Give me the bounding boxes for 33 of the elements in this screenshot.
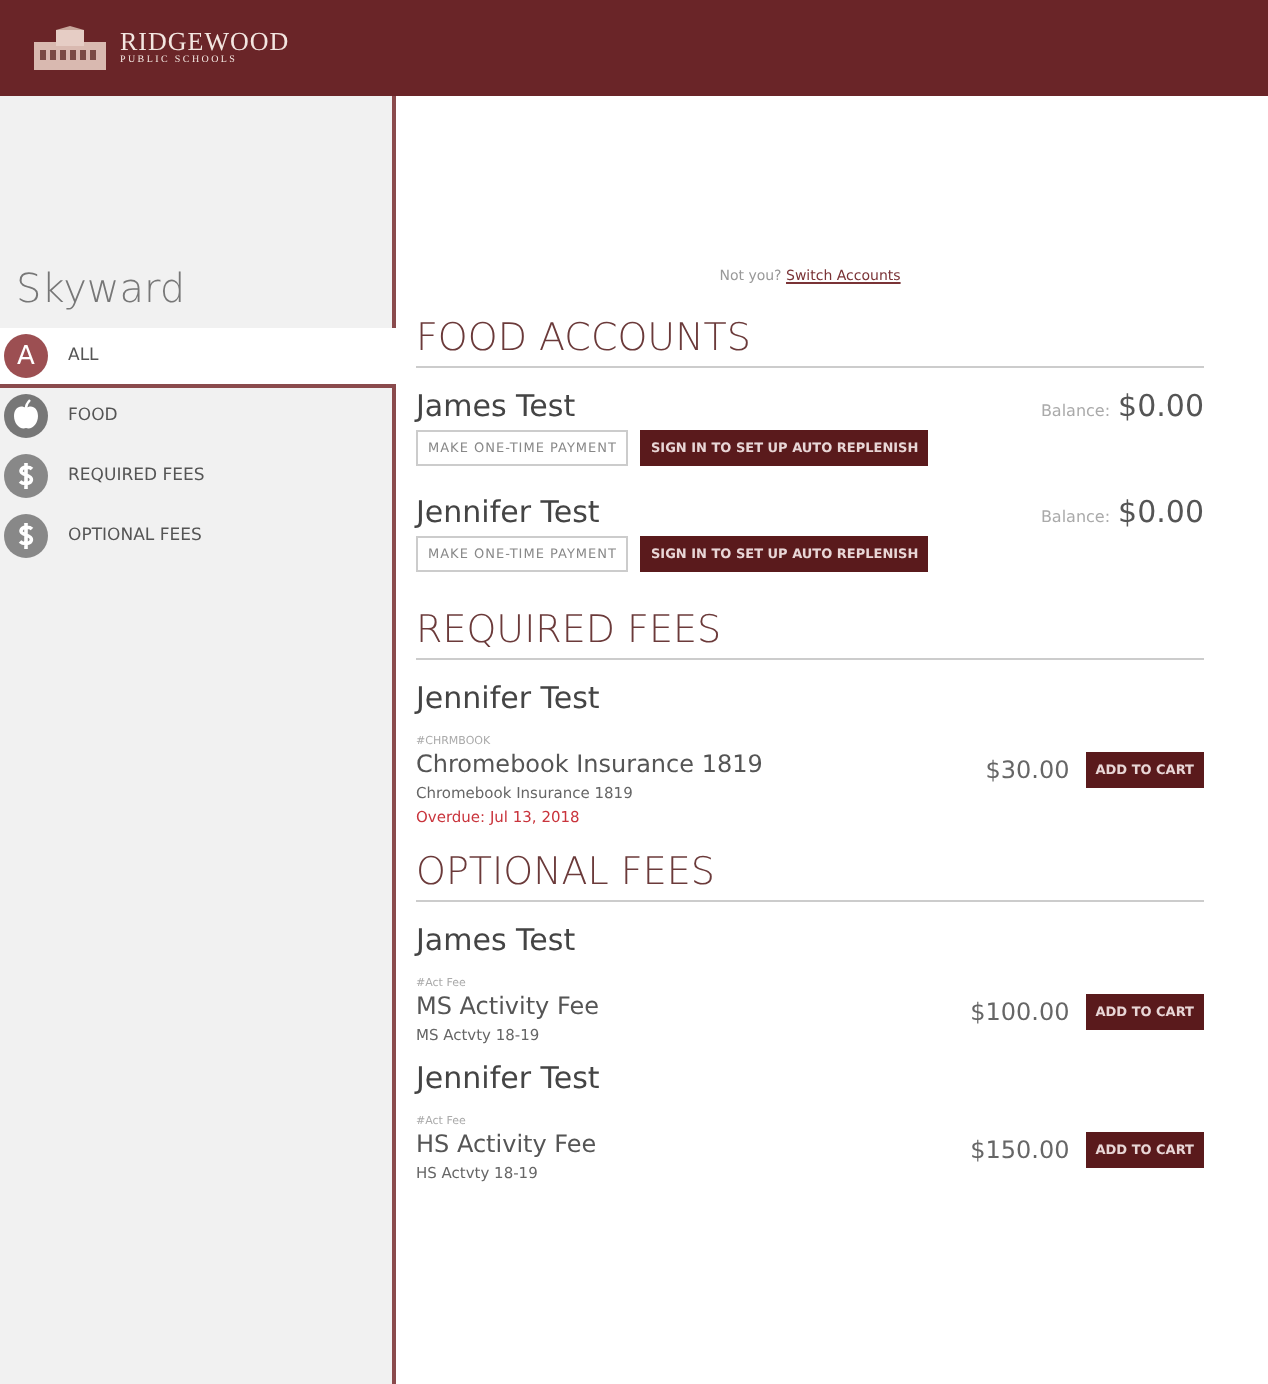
- logo-name: RIDGEWOOD: [120, 28, 290, 54]
- fee-title: MS Activity Fee: [416, 992, 599, 1020]
- section-heading: REQUIRED FEES: [416, 608, 1204, 660]
- balance-label: Balance:: [1040, 508, 1111, 526]
- fee-price: $30.00: [985, 756, 1070, 784]
- sidebar-item-label: OPTIONAL FEES: [68, 526, 202, 546]
- apple-icon: [4, 394, 48, 438]
- fee-title: Chromebook Insurance 1819: [416, 750, 763, 778]
- account-name: James Test: [416, 388, 578, 424]
- fee-price: $150.00: [970, 1136, 1070, 1164]
- dollar-icon: [4, 514, 48, 558]
- student-name: James Test: [416, 922, 578, 958]
- sidebar-item-label: FOOD: [68, 406, 118, 426]
- sidebar-item-label: ALL: [68, 346, 99, 366]
- section-heading: OPTIONAL FEES: [416, 850, 1204, 902]
- sidebar-item[interactable]: A ALL: [0, 328, 396, 388]
- student-name: Jennifer Test: [416, 1060, 602, 1096]
- dollar-icon: [4, 454, 48, 498]
- balance-amount: $0.00: [1118, 388, 1204, 424]
- student-name: Jennifer Test: [416, 680, 602, 716]
- balance-label: Balance:: [1040, 402, 1111, 420]
- account-name: Jennifer Test: [416, 494, 602, 530]
- school-building-icon: [32, 26, 108, 70]
- fee-title: HS Activity Fee: [416, 1130, 597, 1158]
- sidebar-item[interactable]: FOOD: [0, 388, 392, 448]
- fee-price: $100.00: [970, 998, 1070, 1026]
- section-heading: FOOD ACCOUNTS: [416, 316, 1204, 368]
- sidebar-title: Skyward: [14, 264, 188, 312]
- sidebar-item[interactable]: OPTIONAL FEES: [0, 508, 392, 568]
- avatar-letter-icon: A: [4, 334, 48, 378]
- sidebar-item-label: REQUIRED FEES: [68, 466, 205, 486]
- sidebar-item[interactable]: REQUIRED FEES: [0, 448, 392, 508]
- balance-amount: $0.00: [1118, 494, 1204, 530]
